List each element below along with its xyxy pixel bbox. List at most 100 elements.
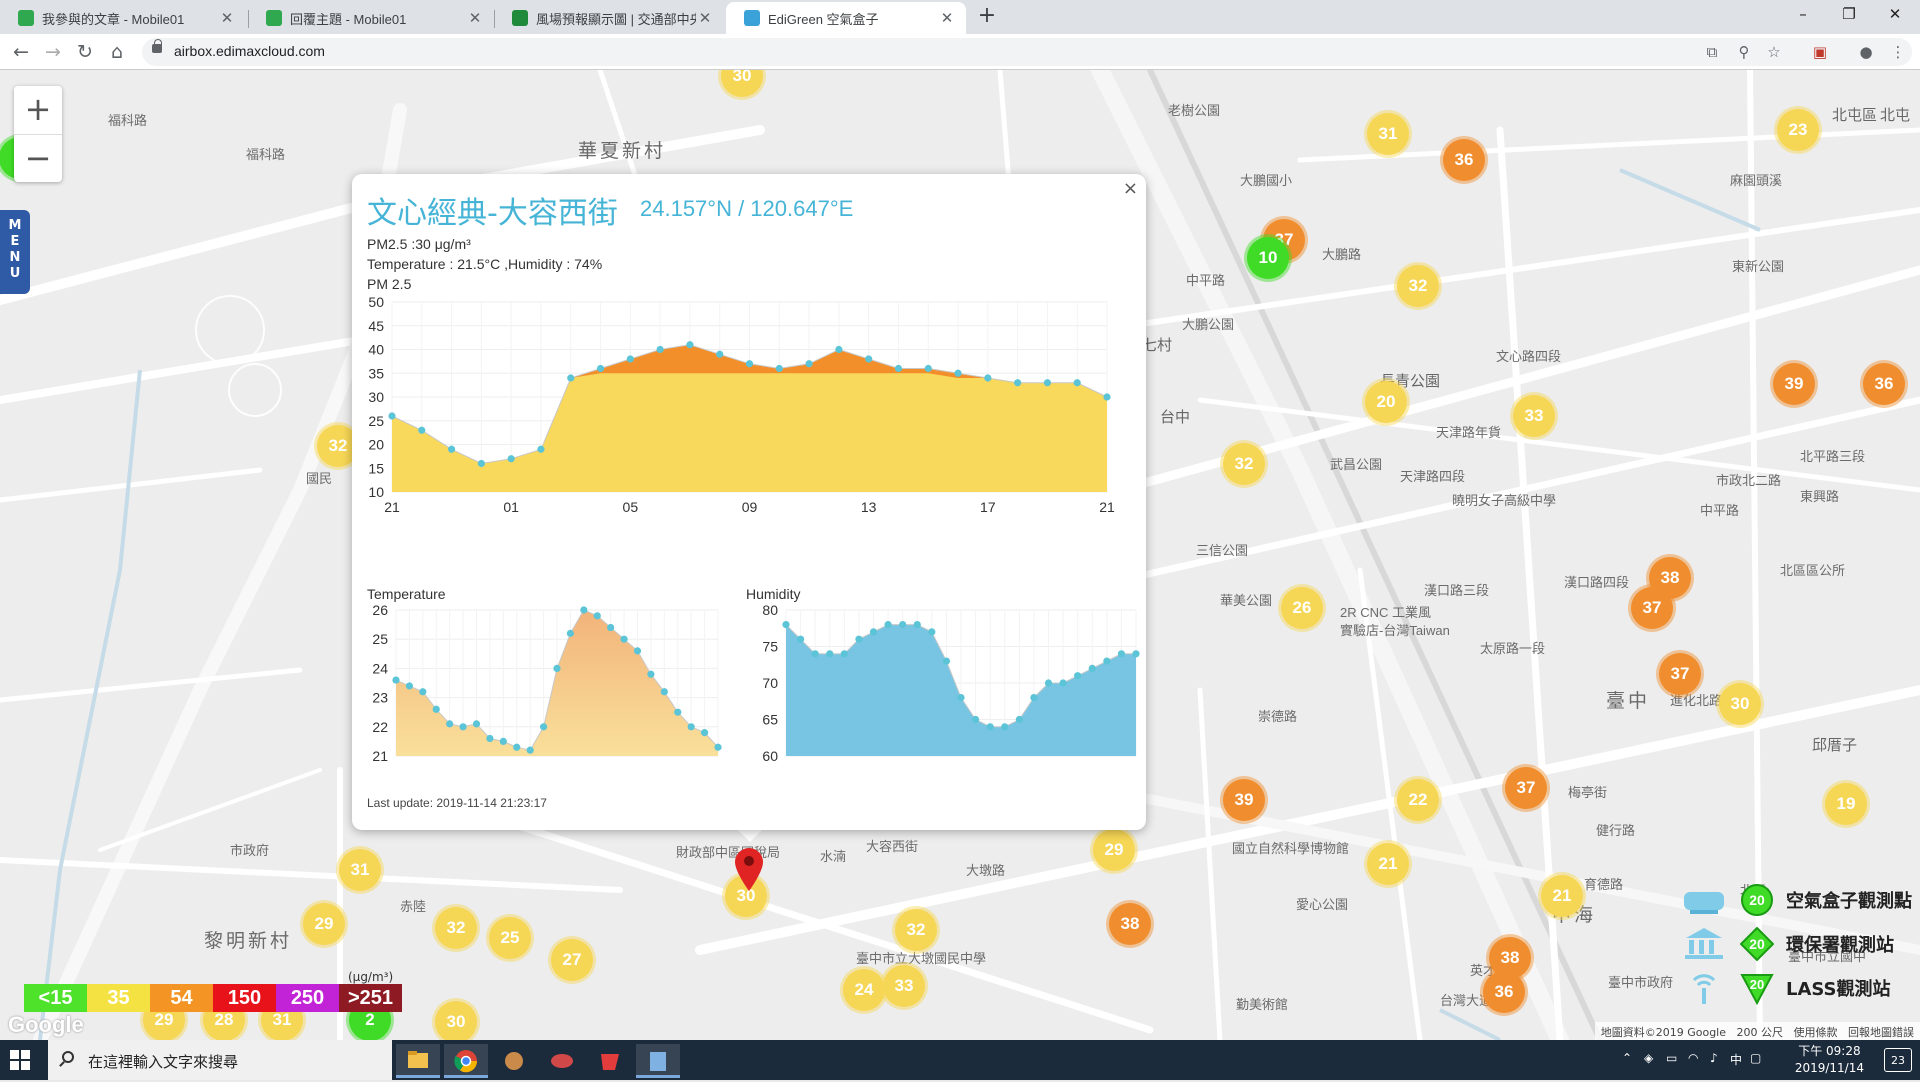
bookmark-star-icon[interactable]: ☆ (1764, 42, 1784, 62)
notification-center-icon[interactable]: 23 (1884, 1048, 1912, 1072)
tray-app-icon[interactable]: ◈ (1644, 1051, 1653, 1065)
reload-icon[interactable]: ↻ (72, 39, 98, 65)
station-label: 環保署觀測站 (1786, 935, 1894, 956)
pm25-bubble[interactable]: 31 (339, 849, 381, 891)
report-error-link[interactable]: 回報地圖錯誤 (1848, 1026, 1914, 1039)
pm25-bubble[interactable]: 36 (1863, 363, 1905, 405)
volume-icon[interactable]: ♪ (1710, 1051, 1718, 1065)
x-tick-label: 17 (980, 499, 996, 515)
data-point (419, 688, 427, 696)
tab-edigreen-airbox[interactable]: EdiGreen 空氣盒子 ✕ (726, 2, 966, 34)
taskbar-search-box[interactable]: 在這裡輸入文字來搜尋 (48, 1040, 392, 1080)
menu-button[interactable]: M E N U (0, 210, 30, 294)
zoom-in-button[interactable]: + (14, 86, 62, 134)
legend-level: <15 (24, 984, 87, 1012)
station-airbox[interactable]: 20 空氣盒子觀測點 (1680, 878, 1912, 922)
tab-mobile01-reply[interactable]: 回覆主題 - Mobile01 ✕ (248, 2, 494, 34)
chrome-icon[interactable] (444, 1044, 488, 1078)
menu-letter: M (8, 218, 22, 233)
pm25-bubble[interactable]: 19 (1825, 783, 1867, 825)
close-tab-icon[interactable]: ✕ (938, 9, 956, 27)
pm25-bubble[interactable]: 36 (1483, 971, 1525, 1013)
terms-link[interactable]: 使用條款 (1794, 1026, 1838, 1039)
close-tab-icon[interactable]: ✕ (466, 9, 484, 27)
pm25-bubble[interactable]: 25 (489, 917, 531, 959)
selected-location-pin-icon[interactable] (733, 846, 765, 892)
app-icon[interactable] (492, 1044, 536, 1078)
pm25-bubble[interactable]: 37 (1505, 767, 1547, 809)
profile-icon[interactable]: ● (1856, 42, 1876, 62)
pm25-bubble[interactable]: 33 (1513, 395, 1555, 437)
pm25-bubble[interactable]: 39 (1773, 363, 1815, 405)
pm25-bubble[interactable]: 26 (1281, 587, 1323, 629)
close-tab-icon[interactable]: ✕ (696, 9, 714, 27)
url-text[interactable]: airbox.edimaxcloud.com (174, 43, 325, 59)
back-icon[interactable]: ← (8, 39, 34, 65)
zoom-out-button[interactable]: − (14, 134, 62, 182)
pm25-bubble[interactable]: 29 (303, 903, 345, 945)
pm25-bubble[interactable]: 24 (843, 969, 885, 1011)
tab-mobile01-articles[interactable]: 我參與的文章 - Mobile01 ✕ (0, 2, 246, 34)
data-point (775, 364, 783, 373)
pm25-bubble[interactable]: 30 (1719, 683, 1761, 725)
minimize-button[interactable]: – (1780, 0, 1826, 30)
tab-wind-forecast[interactable]: 風場預報顯示圖 | 交通部中央氣象 ✕ (494, 2, 724, 34)
pm25-bubble[interactable]: 10 (1247, 237, 1289, 279)
translate-icon[interactable]: ⧉ (1702, 42, 1722, 62)
pm25-bubble[interactable]: 32 (435, 907, 477, 949)
file-explorer-icon[interactable] (396, 1044, 440, 1078)
pm25-bubble[interactable]: 32 (1223, 443, 1265, 485)
forward-icon[interactable]: → (40, 39, 66, 65)
y-tick-label: 21 (372, 748, 388, 764)
data-point (700, 729, 709, 737)
pm25-bubble[interactable]: 32 (895, 909, 937, 951)
y-tick-label: 50 (368, 294, 384, 310)
search-icon (62, 1051, 74, 1063)
map-label: 華美公園 (1220, 593, 1273, 608)
pm25-bubble[interactable]: 23 (1777, 109, 1819, 151)
pm25-bubble[interactable]: 27 (551, 939, 593, 981)
battery-icon[interactable]: ▭ (1666, 1051, 1677, 1065)
map-label: 漢口路四段 (1564, 575, 1630, 590)
wifi-icon[interactable]: ◠ (1688, 1051, 1698, 1065)
extension-icon[interactable]: ▣ (1810, 42, 1830, 62)
pm25-bubble[interactable]: 32 (1397, 265, 1439, 307)
clock[interactable]: 下午 09:28 2019/11/14 (1795, 1043, 1864, 1077)
pm25-bubble[interactable]: 39 (1223, 779, 1265, 821)
home-icon[interactable]: ⌂ (104, 39, 130, 65)
tray-expand-icon[interactable]: ⌃ (1622, 1051, 1632, 1065)
new-tab-button[interactable]: + (974, 4, 1000, 30)
windows-start-icon[interactable] (10, 1050, 30, 1070)
svg-text:20: 20 (1749, 936, 1765, 952)
browser-menu-icon[interactable]: ⋮ (1888, 42, 1908, 62)
station-lass[interactable]: 20 LASS觀測站 (1680, 966, 1912, 1010)
window-close-button[interactable]: ✕ (1872, 0, 1918, 30)
restore-button[interactable]: ❐ (1826, 0, 1872, 30)
pm25-bubble[interactable]: 30 (435, 1001, 477, 1040)
pm25-bubble[interactable]: 21 (1541, 875, 1583, 917)
humidity-chart: 60 65 70 75 80 (762, 602, 1140, 764)
zoom-icon[interactable]: ⚲ (1734, 42, 1754, 62)
google-logo[interactable]: Google (8, 1012, 84, 1038)
app-icon[interactable] (636, 1044, 680, 1078)
data-point (446, 720, 454, 728)
pm25-bubble[interactable]: 21 (1367, 843, 1409, 885)
pm25-bubble[interactable]: 31 (1367, 113, 1409, 155)
pm25-bubble[interactable]: 37 (1659, 653, 1701, 695)
app-icon[interactable] (540, 1044, 584, 1078)
pm25-bubble[interactable]: 20 (1365, 381, 1407, 423)
app-icon[interactable] (588, 1044, 632, 1078)
ime-indicator[interactable]: 中 (1730, 1051, 1742, 1068)
popup-close-button[interactable]: × (1123, 178, 1138, 199)
station-epa[interactable]: 20 環保署觀測站 (1680, 922, 1912, 966)
pm25-bubble[interactable]: 37 (1631, 587, 1673, 629)
pm25-bubble[interactable]: 29 (1093, 829, 1135, 871)
address-bar[interactable]: airbox.edimaxcloud.com ⧉ ⚲ ☆ (142, 38, 1912, 66)
pm25-bubble[interactable]: 33 (883, 965, 925, 1007)
close-tab-icon[interactable]: ✕ (218, 9, 236, 27)
ime-mode-icon[interactable]: ▢ (1750, 1051, 1761, 1065)
pm25-bubble[interactable]: 22 (1397, 779, 1439, 821)
pm25-bubble[interactable]: 38 (1109, 903, 1151, 945)
pm25-bubble[interactable]: 36 (1443, 139, 1485, 181)
scale-label[interactable]: 200 公尺 (1737, 1026, 1784, 1039)
